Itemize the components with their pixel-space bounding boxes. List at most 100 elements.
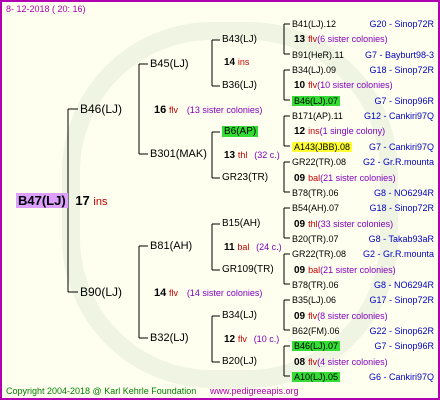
parent-info: 16 flv (13 sister colonies) (154, 104, 262, 117)
grandparent-node[interactable]: B301(MAK) (150, 148, 207, 160)
ancestor-origin: G2 - Gr.R.mounta (362, 249, 434, 260)
ancestor-label: GR22(TR).08 (292, 157, 347, 168)
ancestor-origin: G7 - Cankiri97Q (368, 141, 434, 152)
ancestor-row[interactable]: B41(LJ).12 (292, 18, 336, 30)
ancestor-row[interactable]: B54(AH).07 (292, 202, 339, 214)
ancestor-row[interactable]: B34(LJ).09 (292, 64, 336, 76)
parent-num: 14 (154, 287, 167, 299)
ancestor-row[interactable]: A10(LJ).05 (292, 371, 341, 383)
ancestor-origin: G8 - Takab93aR (368, 233, 434, 244)
ancestor-note: (21 sister colonies) (320, 264, 396, 275)
ggp-tag: ins (237, 57, 250, 67)
gp-tag: thl (237, 150, 248, 160)
ancestor-origin: G8 - NO6294R (373, 187, 434, 198)
footer-copyright: Copyright 2004-2018 @ Karl Kehrle Founda… (6, 386, 197, 396)
ancestor-row[interactable]: B91(HeR).11 (292, 49, 344, 61)
ancestor-row[interactable]: B46(LJ).07 (292, 95, 341, 107)
ancestor-info: 09 bal(21 sister colonies) (294, 264, 396, 277)
grandparent-node[interactable]: B45(LJ) (150, 58, 189, 70)
ancestor-num: 08 (294, 356, 306, 368)
root-label: B47(LJ) (16, 193, 68, 208)
ancestor-num: 10 (294, 80, 306, 92)
ancestor-tag: flv (308, 34, 318, 45)
ancestor-info: 13 flv(6 sister colonies) (294, 33, 388, 46)
ggp-node[interactable]: B43(LJ) (222, 34, 257, 46)
ancestor-note: (4 sister colonies) (317, 356, 388, 367)
ancestor-row[interactable]: B78(TR).06 (292, 187, 339, 199)
ancestor-row[interactable]: B20(TR).07 (292, 233, 339, 245)
ancestor-tag: flv (308, 356, 318, 367)
ancestor-info: 12 ins(1 single colony) (294, 125, 385, 138)
ancestor-row[interactable]: B62(FM).06 (292, 325, 340, 337)
ancestor-label: B54(AH).07 (292, 203, 340, 214)
ancestor-origin: G6 - Cankiri97Q (368, 372, 434, 383)
ancestor-label: B171(AP).11 (292, 111, 343, 122)
parent-note: (13 sister colonies) (186, 105, 263, 115)
gp-note: (32 c.) (254, 150, 280, 160)
ggp-node[interactable]: B15(AH) (222, 218, 260, 230)
ancestor-info: 10 flv(10 sister colonies) (294, 79, 393, 92)
ancestor-note: (10 sister colonies) (317, 80, 393, 91)
ancestor-row[interactable]: B46(LJ).07 (292, 340, 341, 352)
ancestor-label: B41(LJ).12 (292, 19, 337, 29)
ancestor-tag: flv (308, 310, 318, 321)
ancestor-row[interactable]: GR22(TR).08 (292, 248, 346, 260)
ancestor-label: B78(TR).06 (292, 187, 339, 198)
ggp-node[interactable]: B34(LJ) (222, 310, 257, 322)
ggp-node[interactable]: B36(LJ) (222, 80, 257, 92)
ancestor-row[interactable]: B35(LJ).06 (292, 294, 336, 306)
parent-num: 16 (154, 104, 167, 116)
root-node[interactable]: B47(LJ) 17 ins (16, 193, 107, 210)
ancestor-info: 09 flv(8 sister colonies) (294, 310, 388, 323)
ancestor-origin: G17 - Sinop72R (369, 295, 434, 306)
ancestor-tag: bal (308, 264, 321, 275)
ggp-node[interactable]: GR109(TR) (222, 264, 274, 276)
gp-num: 13 (224, 150, 236, 161)
ancestor-note: (8 sister colonies) (317, 310, 388, 321)
ancestor-label: B35(LJ).06 (292, 295, 337, 306)
ancestor-note: (21 sister colonies) (320, 172, 396, 183)
ancestor-label: B62(FM).06 (292, 326, 340, 336)
grandparent-info: 12 flv (10 c.) (224, 333, 279, 346)
ancestor-origin: G12 - Cankiri97Q (363, 111, 434, 122)
ancestor-note: (33 sister colonies) (317, 218, 394, 229)
ancestor-note: (6 sister colonies) (317, 34, 388, 45)
grandparent-node[interactable]: B81(AH) (150, 240, 192, 252)
parent-node[interactable]: B46(LJ) (80, 103, 122, 115)
ancestor-info: 09 thl(33 sister colonies) (294, 218, 393, 231)
ancestor-row[interactable]: B171(AP).11 (292, 110, 343, 122)
ancestor-row[interactable]: A143(JBB).08 (292, 141, 353, 153)
gp-num: 12 (224, 334, 236, 345)
ancestor-num: 12 (294, 126, 306, 138)
root-num: 17 (75, 193, 90, 208)
ancestor-label: B91(HeR).11 (292, 49, 344, 60)
footer-url[interactable]: www.pedigreeapis.org (210, 385, 299, 397)
gp-num: 11 (224, 242, 235, 253)
ancestor-num: 09 (294, 172, 306, 184)
grandparent-info: 13 thl (32 c.) (224, 149, 280, 162)
ancestor-origin: G2 - Gr.R.mounta (362, 157, 434, 168)
ancestor-num: 13 (294, 34, 306, 46)
ggp-node[interactable]: B20(LJ) (222, 356, 257, 368)
parent-note: (14 sister colonies) (186, 288, 263, 298)
parent-node[interactable]: B90(LJ) (80, 286, 122, 298)
parent-tag: flv (169, 288, 179, 298)
ancestor-label: B46(LJ).07 (292, 95, 341, 106)
ggp-node[interactable]: GR23(TR) (222, 172, 268, 184)
ancestor-origin: G18 - Sinop72R (369, 65, 434, 76)
ancestor-label: B34(LJ).09 (292, 65, 337, 76)
parent-tag: flv (169, 105, 179, 115)
ancestor-label: B46(LJ).07 (292, 341, 341, 352)
ancestor-origin: G22 - Sinop62R (369, 326, 434, 336)
ancestor-row[interactable]: B78(TR).06 (292, 279, 339, 291)
ancestor-row[interactable]: GR22(TR).08 (292, 156, 346, 168)
ancestor-num: 09 (294, 264, 306, 276)
ggp-node[interactable]: B6(AP) (222, 126, 259, 138)
ggp-num: 14 (224, 57, 236, 68)
ggp-label: B6(AP) (222, 126, 259, 137)
ancestor-tag: ins (308, 126, 320, 137)
ancestor-label: A143(JBB).08 (292, 141, 353, 152)
gp-tag: bal (237, 242, 250, 252)
grandparent-node[interactable]: B32(LJ) (150, 332, 189, 344)
ancestor-note: (1 single colony) (319, 126, 386, 137)
